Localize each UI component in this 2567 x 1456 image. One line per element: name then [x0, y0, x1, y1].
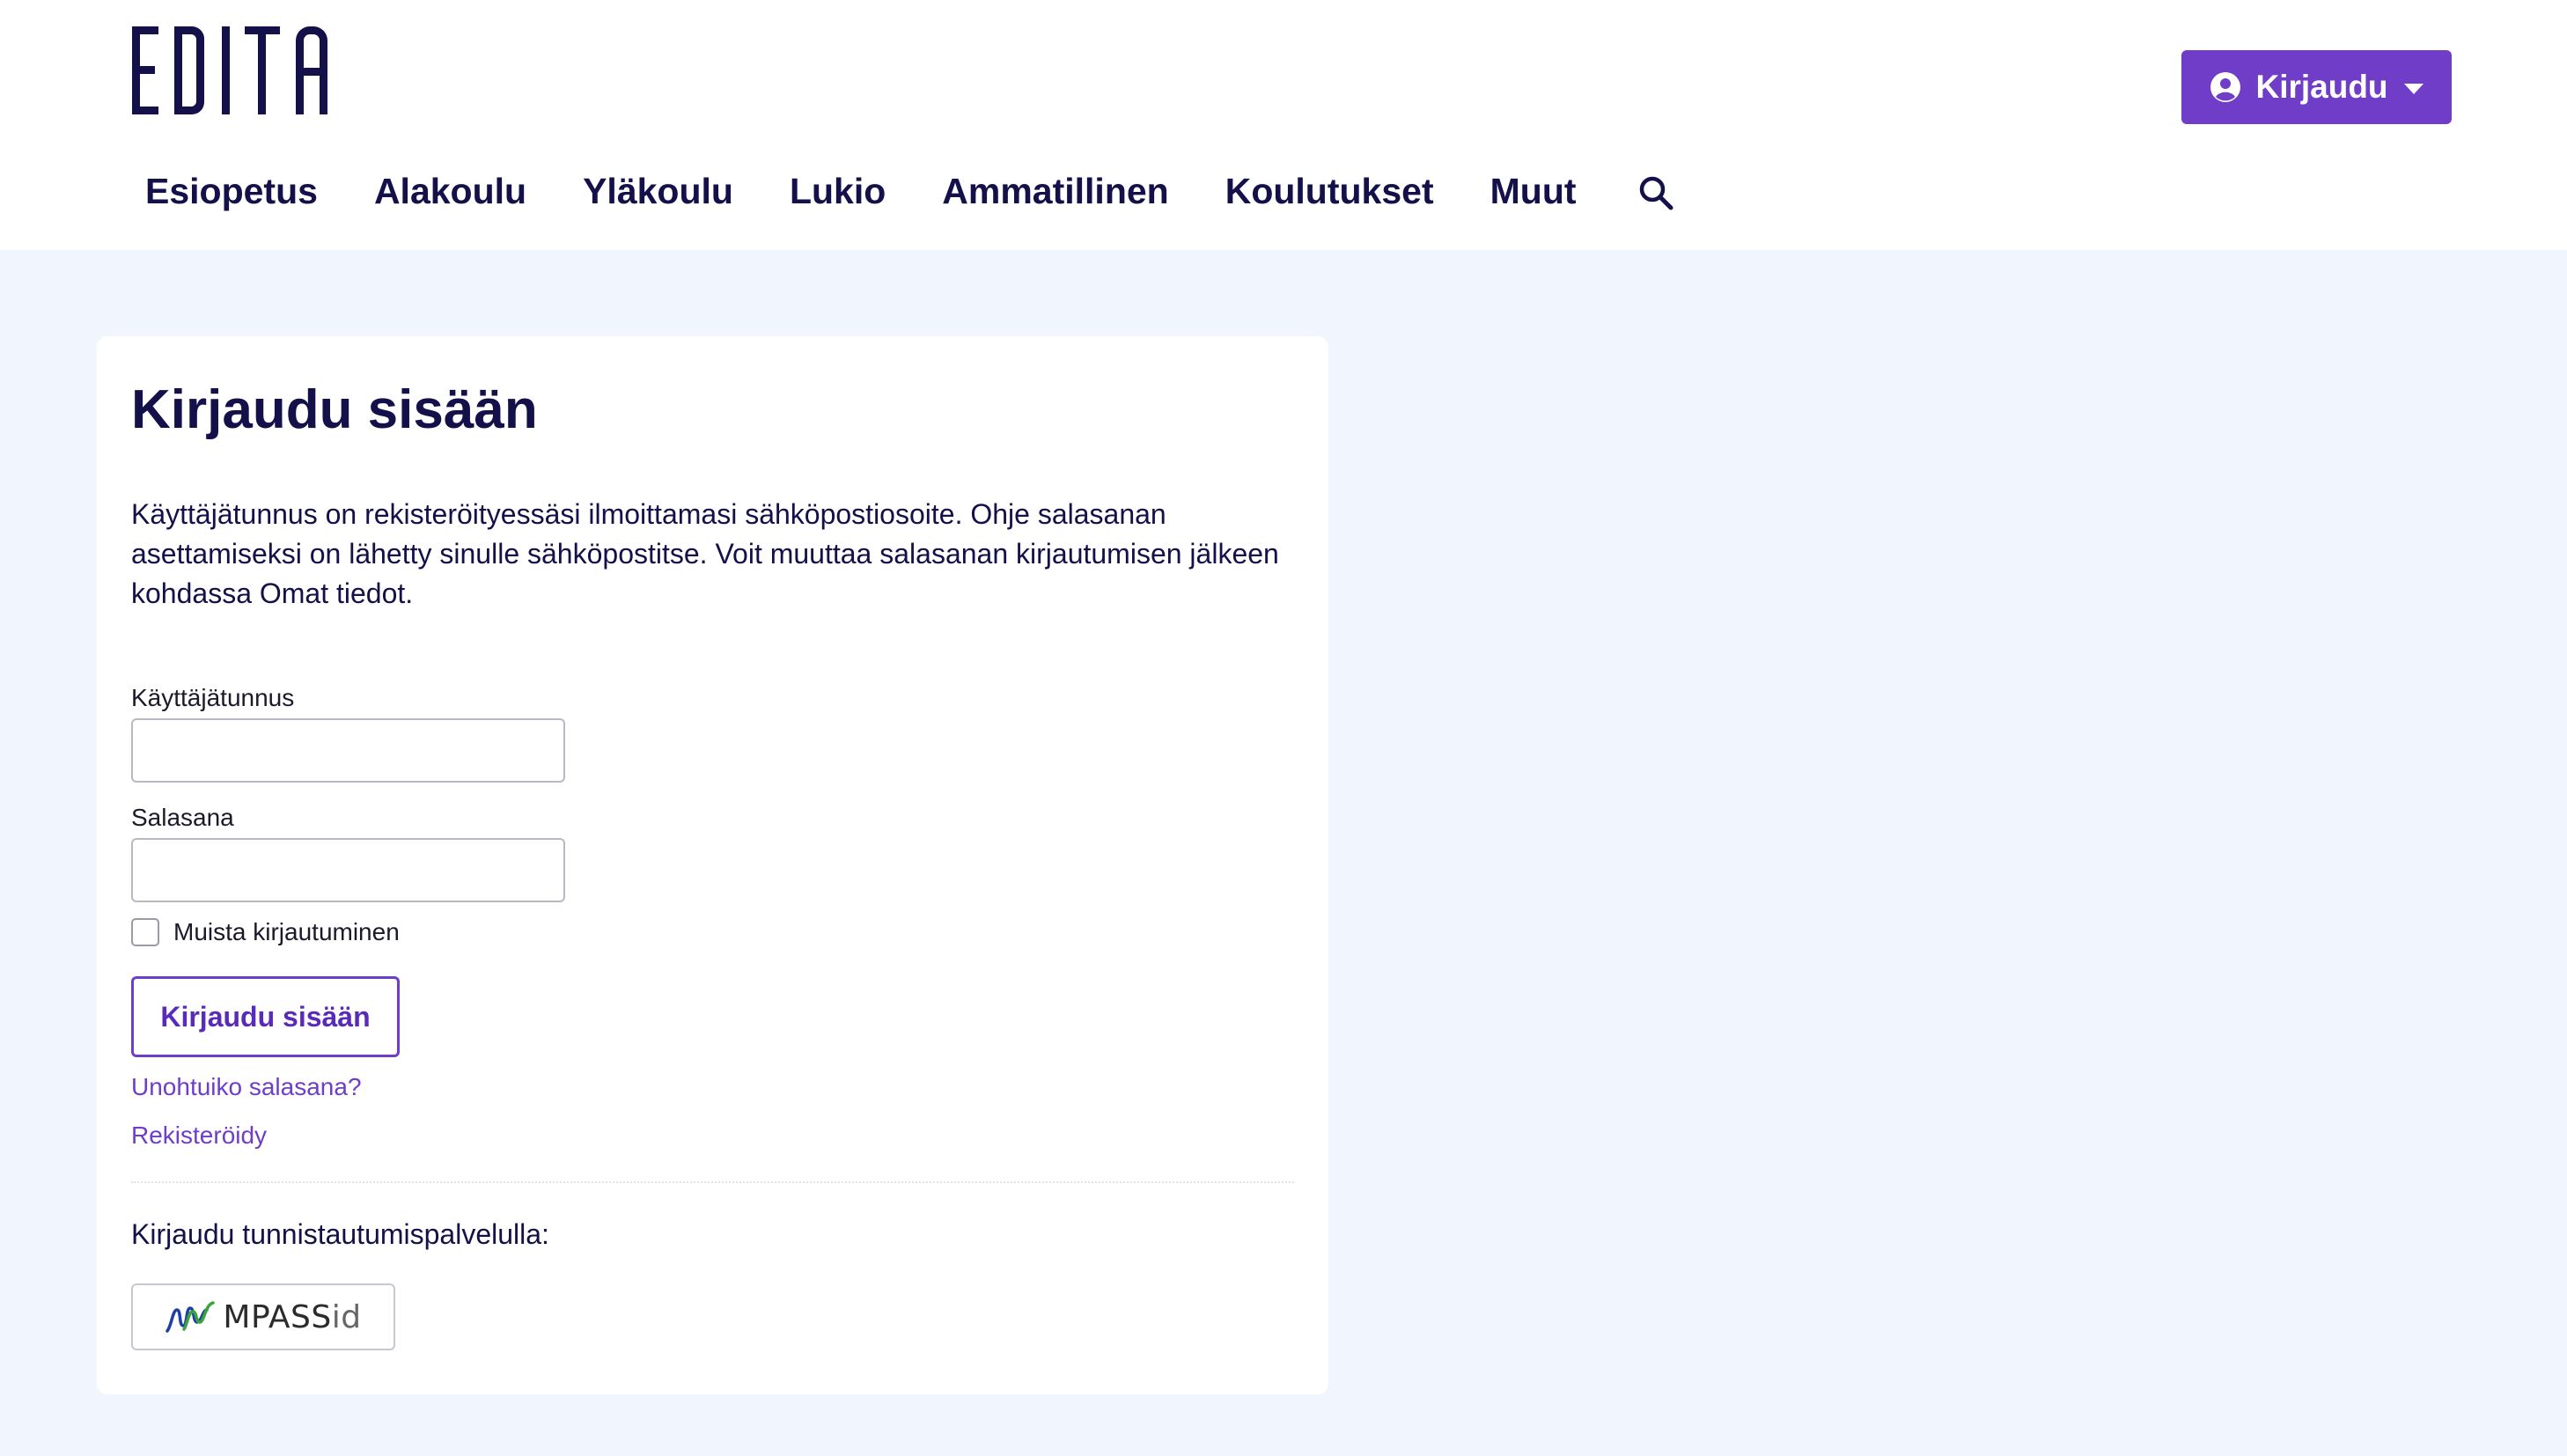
username-label: Käyttäjätunnus	[131, 684, 295, 711]
nav-item-esiopetus[interactable]: Esiopetus	[145, 171, 318, 212]
nav-item-muut[interactable]: Muut	[1490, 171, 1577, 212]
divider	[131, 1181, 1294, 1183]
nav-item-lukio[interactable]: Lukio	[790, 171, 886, 212]
mpassid-login-button[interactable]: MPASSid	[131, 1283, 395, 1350]
mpassid-label-main: MPASS	[223, 1299, 332, 1335]
alt-login-label: Kirjaudu tunnistautumispalvelulla:	[131, 1218, 549, 1250]
nav-item-alakoulu[interactable]: Alakoulu	[374, 171, 526, 212]
site-header: Kirjaudu Esiopetus Alakoulu Yläkoulu Luk…	[0, 0, 2567, 250]
login-instructions: Käyttäjätunnus on rekisteröityessäsi ilm…	[131, 498, 1279, 609]
register-link[interactable]: Rekisteröidy	[131, 1121, 267, 1150]
password-field[interactable]	[131, 838, 565, 902]
main-nav: Esiopetus Alakoulu Yläkoulu Lukio Ammati…	[145, 171, 1673, 212]
remember-me-checkbox[interactable]	[131, 918, 159, 946]
chevron-down-icon	[2403, 84, 2424, 94]
mpassid-label: MPASSid	[223, 1298, 361, 1335]
login-submit-button[interactable]: Kirjaudu sisään	[131, 976, 400, 1057]
header-login-button[interactable]: Kirjaudu	[2181, 50, 2452, 124]
nav-item-koulutukset[interactable]: Koulutukset	[1225, 171, 1434, 212]
password-label: Salasana	[131, 804, 234, 831]
login-card: Kirjaudu sisään Käyttäjätunnus on rekist…	[97, 336, 1328, 1394]
remember-me-row[interactable]: Muista kirjautuminen	[131, 918, 400, 946]
remember-me-label[interactable]: Muista kirjautuminen	[173, 918, 400, 946]
mpassid-logo-icon	[165, 1301, 216, 1333]
forgot-password-link[interactable]: Unohtuiko salasana?	[131, 1073, 362, 1101]
header-login-label: Kirjaudu	[2255, 69, 2388, 105]
mpassid-label-suffix: id	[331, 1299, 362, 1335]
username-field[interactable]	[131, 718, 565, 783]
user-circle-icon	[2210, 72, 2241, 102]
nav-item-ylakoulu[interactable]: Yläkoulu	[583, 171, 733, 212]
nav-item-ammatillinen[interactable]: Ammatillinen	[942, 171, 1168, 212]
page-title: Kirjaudu sisään	[131, 379, 538, 440]
edita-logo[interactable]	[130, 25, 333, 116]
search-icon[interactable]	[1638, 175, 1673, 210]
